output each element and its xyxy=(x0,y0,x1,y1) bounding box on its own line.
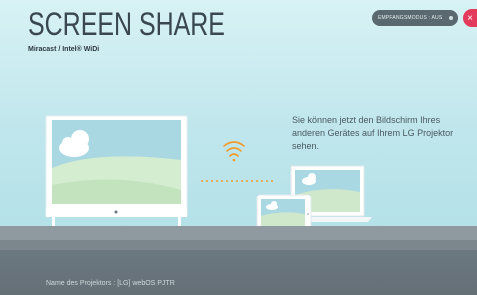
share-instructions: Sie können jetzt den Bildschirm Ihres an… xyxy=(292,115,454,151)
projector-name: Name des Projektors : [LG] webOS PJTR xyxy=(46,280,175,287)
footer-divider xyxy=(0,240,477,250)
floor xyxy=(0,226,477,240)
transmission-dots xyxy=(201,180,273,182)
wifi-signal-icon xyxy=(223,141,245,162)
tv-illustration xyxy=(45,115,188,227)
